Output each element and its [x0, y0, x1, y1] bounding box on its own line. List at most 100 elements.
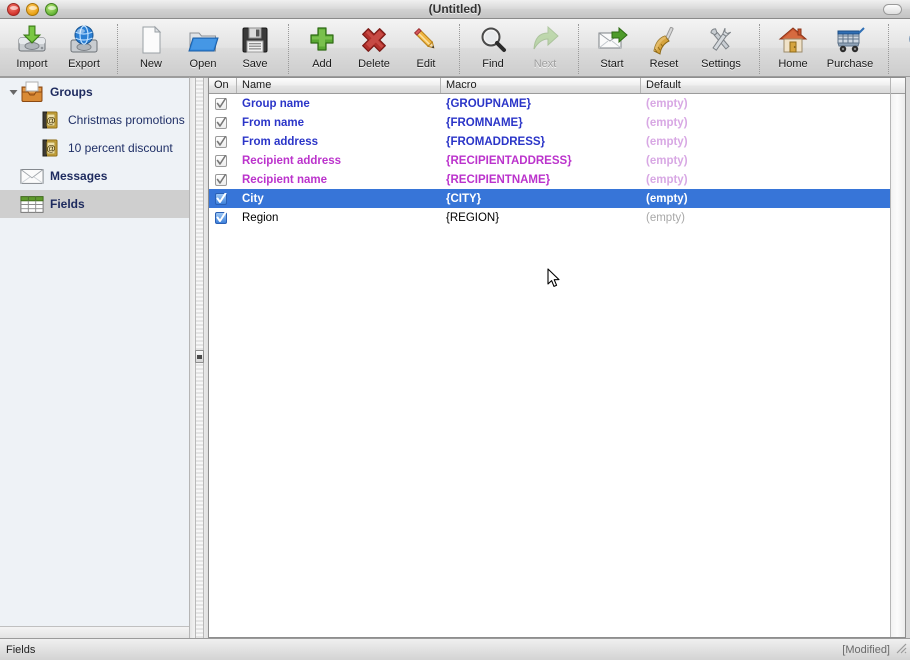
toolbar-label-import: Import — [16, 58, 47, 70]
checkmark-icon — [216, 193, 227, 205]
svg-text:@: @ — [47, 116, 56, 126]
table-cell-macro: {GROUPNAME} — [441, 98, 641, 110]
toolbar-button-save[interactable]: Save — [229, 21, 281, 75]
toolbar-separator — [459, 24, 460, 74]
table-row[interactable]: Region{REGION}(empty) — [209, 208, 905, 227]
column-header-on[interactable]: On — [209, 78, 237, 93]
toolbar-group-search: Find Next — [467, 21, 571, 75]
table-cell-default: (empty) — [641, 155, 905, 167]
toolbar-toggle-button[interactable] — [883, 4, 902, 15]
toolbar-button-start[interactable]: Start — [586, 21, 638, 75]
toolbar-separator — [759, 24, 760, 74]
table-cell-default: (empty) — [641, 136, 905, 148]
toolbar-label-edit: Edit — [417, 58, 436, 70]
toolbar-label-settings: Settings — [701, 58, 741, 70]
table-row[interactable]: From name{FROMNAME}(empty) — [209, 113, 905, 132]
row-checkbox[interactable] — [215, 174, 227, 186]
toolbar-button-edit[interactable]: Edit — [400, 21, 452, 75]
toolbar-label-next: Next — [534, 58, 557, 70]
sidebar-label-fields: Fields — [50, 197, 85, 211]
toolbar-separator — [578, 24, 579, 74]
start-envelope-icon — [595, 24, 629, 56]
row-checkbox[interactable] — [215, 98, 227, 110]
toolbar-group-run: Start Reset — [586, 21, 752, 75]
export-globe-icon — [67, 24, 101, 56]
toolbar-label-new: New — [140, 58, 162, 70]
toolbar-button-purchase[interactable]: Purchase — [819, 21, 881, 75]
table-row[interactable]: Recipient name{RECIPIENTNAME}(empty) — [209, 170, 905, 189]
table-cell-name: Group name — [237, 98, 441, 110]
sidebar-item-messages[interactable]: Messages — [0, 162, 189, 190]
toolbar-button-open[interactable]: Open — [177, 21, 229, 75]
status-left-text: Fields — [6, 644, 35, 656]
toolbar-label-delete: Delete — [358, 58, 390, 70]
table-cell-macro: {RECIPIENTNAME} — [441, 174, 641, 186]
fields-table-icon — [20, 193, 44, 215]
table-cell-default: (empty) — [641, 212, 905, 224]
main-toolbar: Import Export — [0, 19, 910, 77]
toolbar-button-add[interactable]: Add — [296, 21, 348, 75]
toolbar-button-new[interactable]: New — [125, 21, 177, 75]
row-checkbox[interactable] — [215, 193, 227, 205]
sidebar-item-fields[interactable]: Fields — [0, 190, 189, 218]
checkmark-icon — [216, 174, 227, 186]
sidebar-item-10-percent-discount[interactable]: @ 10 percent discount — [0, 134, 189, 162]
sidebar-splitter[interactable] — [190, 77, 208, 638]
table-row[interactable]: From address{FROMADDRESS}(empty) — [209, 132, 905, 151]
new-document-icon — [134, 24, 168, 56]
toolbar-button-help[interactable]: ? Help — [896, 21, 910, 75]
row-checkbox[interactable] — [215, 155, 227, 167]
table-cell-name: Recipient name — [237, 174, 441, 186]
column-header-macro[interactable]: Macro — [441, 78, 641, 93]
purchase-cart-icon — [833, 24, 867, 56]
toolbar-label-reset: Reset — [650, 58, 679, 70]
toolbar-label-start: Start — [600, 58, 623, 70]
table-cell-on — [209, 174, 237, 186]
toolbar-button-import[interactable]: Import — [6, 21, 58, 75]
resize-grip-icon[interactable] — [894, 641, 908, 658]
table-cell-default: (empty) — [641, 193, 905, 205]
toolbar-button-export[interactable]: Export — [58, 21, 110, 75]
disclosure-triangle-icon[interactable] — [6, 85, 20, 99]
table-row[interactable]: City{CITY}(empty) — [209, 189, 905, 208]
column-header-default[interactable]: Default — [641, 78, 905, 93]
table-row[interactable]: Recipient address{RECIPIENTADDRESS}(empt… — [209, 151, 905, 170]
table-vertical-scrollbar[interactable] — [890, 78, 905, 637]
table-header-row: On Name Macro Default — [209, 78, 905, 94]
toolbar-button-settings[interactable]: Settings — [690, 21, 752, 75]
checkmark-icon — [216, 117, 227, 129]
sidebar-item-groups[interactable]: Groups — [0, 78, 189, 106]
checkmark-icon — [216, 155, 227, 167]
table-cell-macro: {RECIPIENTADDRESS} — [441, 155, 641, 167]
help-question-icon: ? — [905, 24, 910, 56]
table-cell-macro: {FROMNAME} — [441, 117, 641, 129]
toolbar-button-delete[interactable]: Delete — [348, 21, 400, 75]
table-cell-default: (empty) — [641, 174, 905, 186]
save-floppy-icon — [238, 24, 272, 56]
row-checkbox[interactable] — [215, 212, 227, 224]
sidebar-label-10-percent-discount: 10 percent discount — [68, 141, 173, 155]
row-checkbox[interactable] — [215, 117, 227, 129]
sidebar-label-messages: Messages — [50, 169, 107, 183]
toolbar-group-web: Home — [767, 21, 881, 75]
toolbar-button-reset[interactable]: Reset — [638, 21, 690, 75]
toolbar-button-next[interactable]: Next — [519, 21, 571, 75]
toolbar-button-find[interactable]: Find — [467, 21, 519, 75]
table-cell-name: Region — [237, 212, 441, 224]
toolbar-group-file-transfer: Import Export — [6, 21, 110, 75]
toolbar-label-find: Find — [482, 58, 503, 70]
table-row[interactable]: Group name{GROUPNAME}(empty) — [209, 94, 905, 113]
reset-broom-icon — [647, 24, 681, 56]
column-header-name[interactable]: Name — [237, 78, 441, 93]
table-cell-default: (empty) — [641, 98, 905, 110]
title-bar: (Untitled) — [0, 0, 910, 19]
sidebar-footer — [0, 626, 189, 638]
import-drive-icon — [15, 24, 49, 56]
row-checkbox[interactable] — [215, 136, 227, 148]
toolbar-label-open: Open — [190, 58, 217, 70]
sidebar-item-christmas-promotions[interactable]: @ Christmas promotions — [0, 106, 189, 134]
edit-pencil-icon — [409, 24, 443, 56]
window-title: (Untitled) — [0, 2, 910, 16]
splitter-grip-handle[interactable] — [195, 350, 204, 363]
toolbar-button-home[interactable]: Home — [767, 21, 819, 75]
